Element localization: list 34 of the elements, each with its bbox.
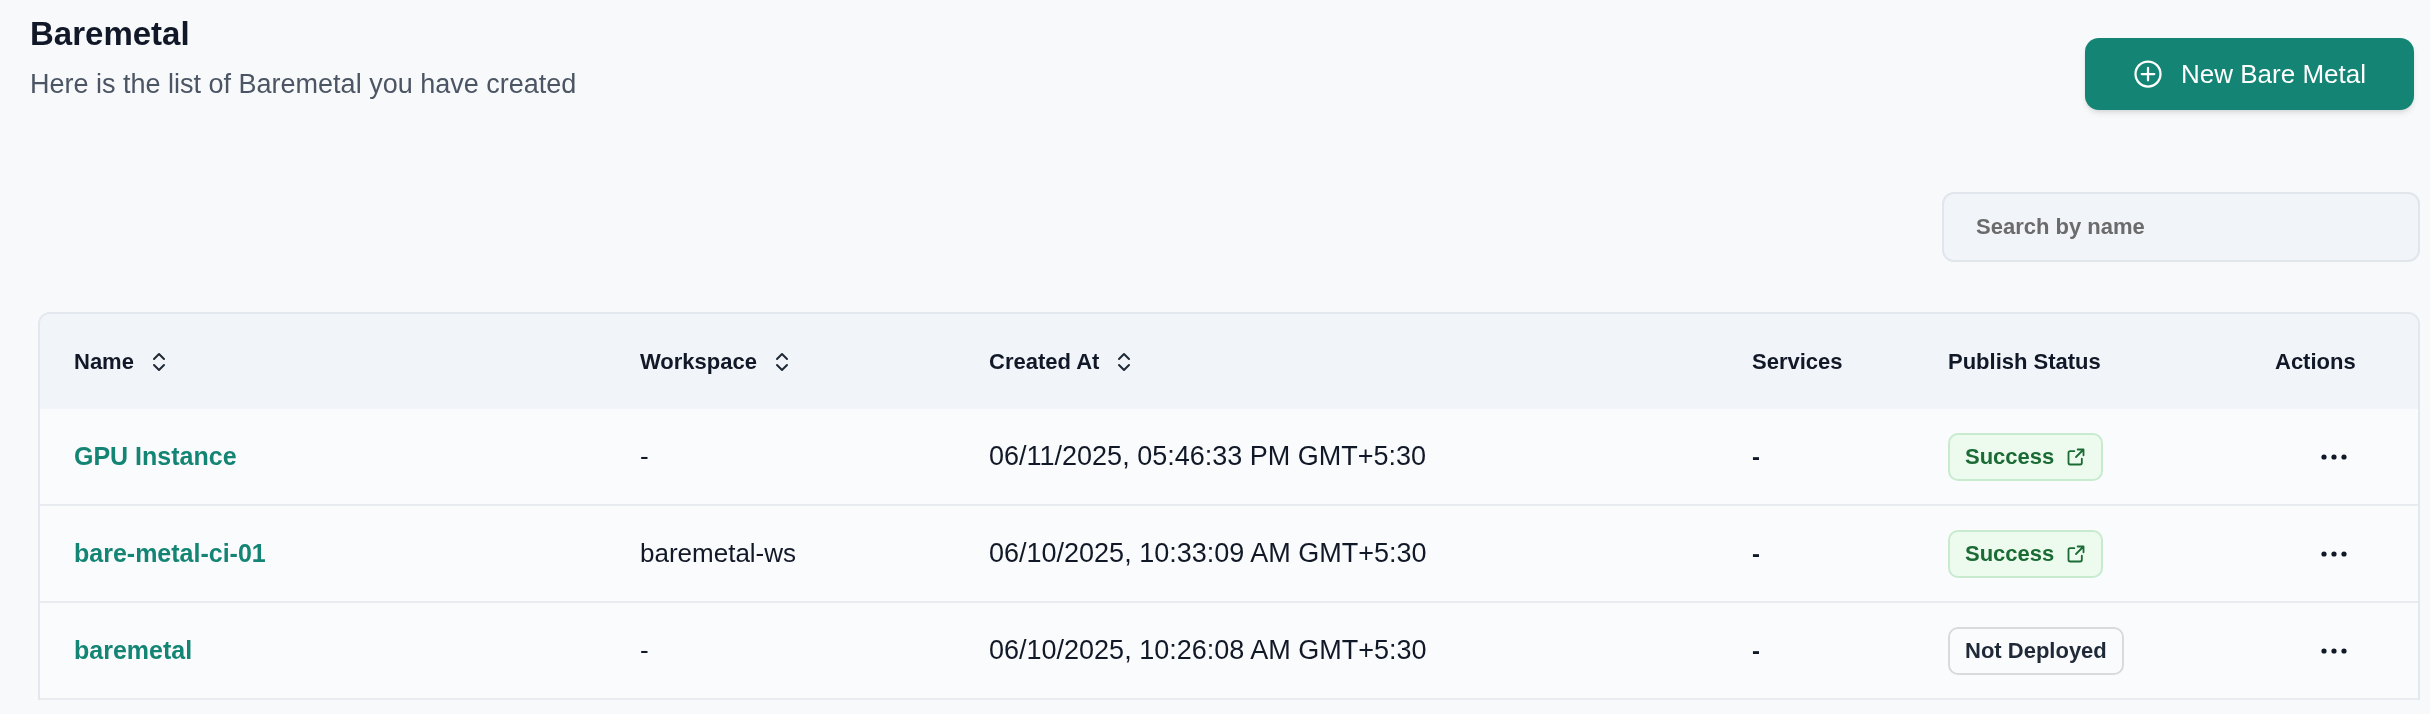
sort-icon[interactable] xyxy=(1117,351,1132,372)
column-header: Actions xyxy=(2275,348,2356,376)
instance-name-link[interactable]: bare-metal-ci-01 xyxy=(74,534,266,573)
sort-icon[interactable] xyxy=(151,351,166,372)
created-at-cell-text: 06/10/2025, 10:26:08 AM GMT+5:30 xyxy=(989,634,1427,668)
instance-name-link[interactable]: GPU Instance xyxy=(74,437,237,476)
column-header: Publish Status xyxy=(1948,348,2101,376)
column-header[interactable]: Workspace xyxy=(640,345,789,378)
column-header[interactable]: Name xyxy=(74,345,166,378)
status-badge[interactable]: Success xyxy=(1948,432,2104,481)
page-title: Baremetal xyxy=(30,14,191,54)
services-cell-text: - xyxy=(1752,635,1760,666)
more-options-icon[interactable] xyxy=(2321,647,2347,654)
search-field[interactable]: Search by name xyxy=(1942,192,2420,262)
more-options-icon[interactable] xyxy=(2321,453,2347,460)
status-badge[interactable]: Success xyxy=(1948,529,2104,578)
sort-icon[interactable] xyxy=(775,351,789,372)
plus-circle-icon xyxy=(2133,59,2164,89)
workspace-cell-text: - xyxy=(640,634,649,667)
created-at-cell-text: 06/10/2025, 10:33:09 AM GMT+5:30 xyxy=(989,537,1427,571)
more-options-icon[interactable] xyxy=(2321,550,2347,557)
new-bare-metal-button[interactable]: New Bare Metal xyxy=(2085,38,2414,110)
status-badge: Not Deployed xyxy=(1948,626,2124,675)
external-link-icon xyxy=(2066,543,2087,564)
created-at-cell-text: 06/11/2025, 05:46:33 PM GMT+5:30 xyxy=(989,440,1427,474)
workspace-cell-text: baremetal-ws xyxy=(640,537,797,570)
page-subtitle: Here is the list of Baremetal you have created xyxy=(30,68,577,101)
instance-name-link[interactable]: baremetal xyxy=(74,631,193,670)
column-header: Services xyxy=(1752,348,1843,376)
workspace-cell-text: - xyxy=(640,440,649,473)
services-cell-text: - xyxy=(1752,538,1760,569)
column-header[interactable]: Created At xyxy=(989,345,1132,378)
external-link-icon xyxy=(2066,446,2087,467)
services-cell-text: - xyxy=(1752,441,1760,472)
